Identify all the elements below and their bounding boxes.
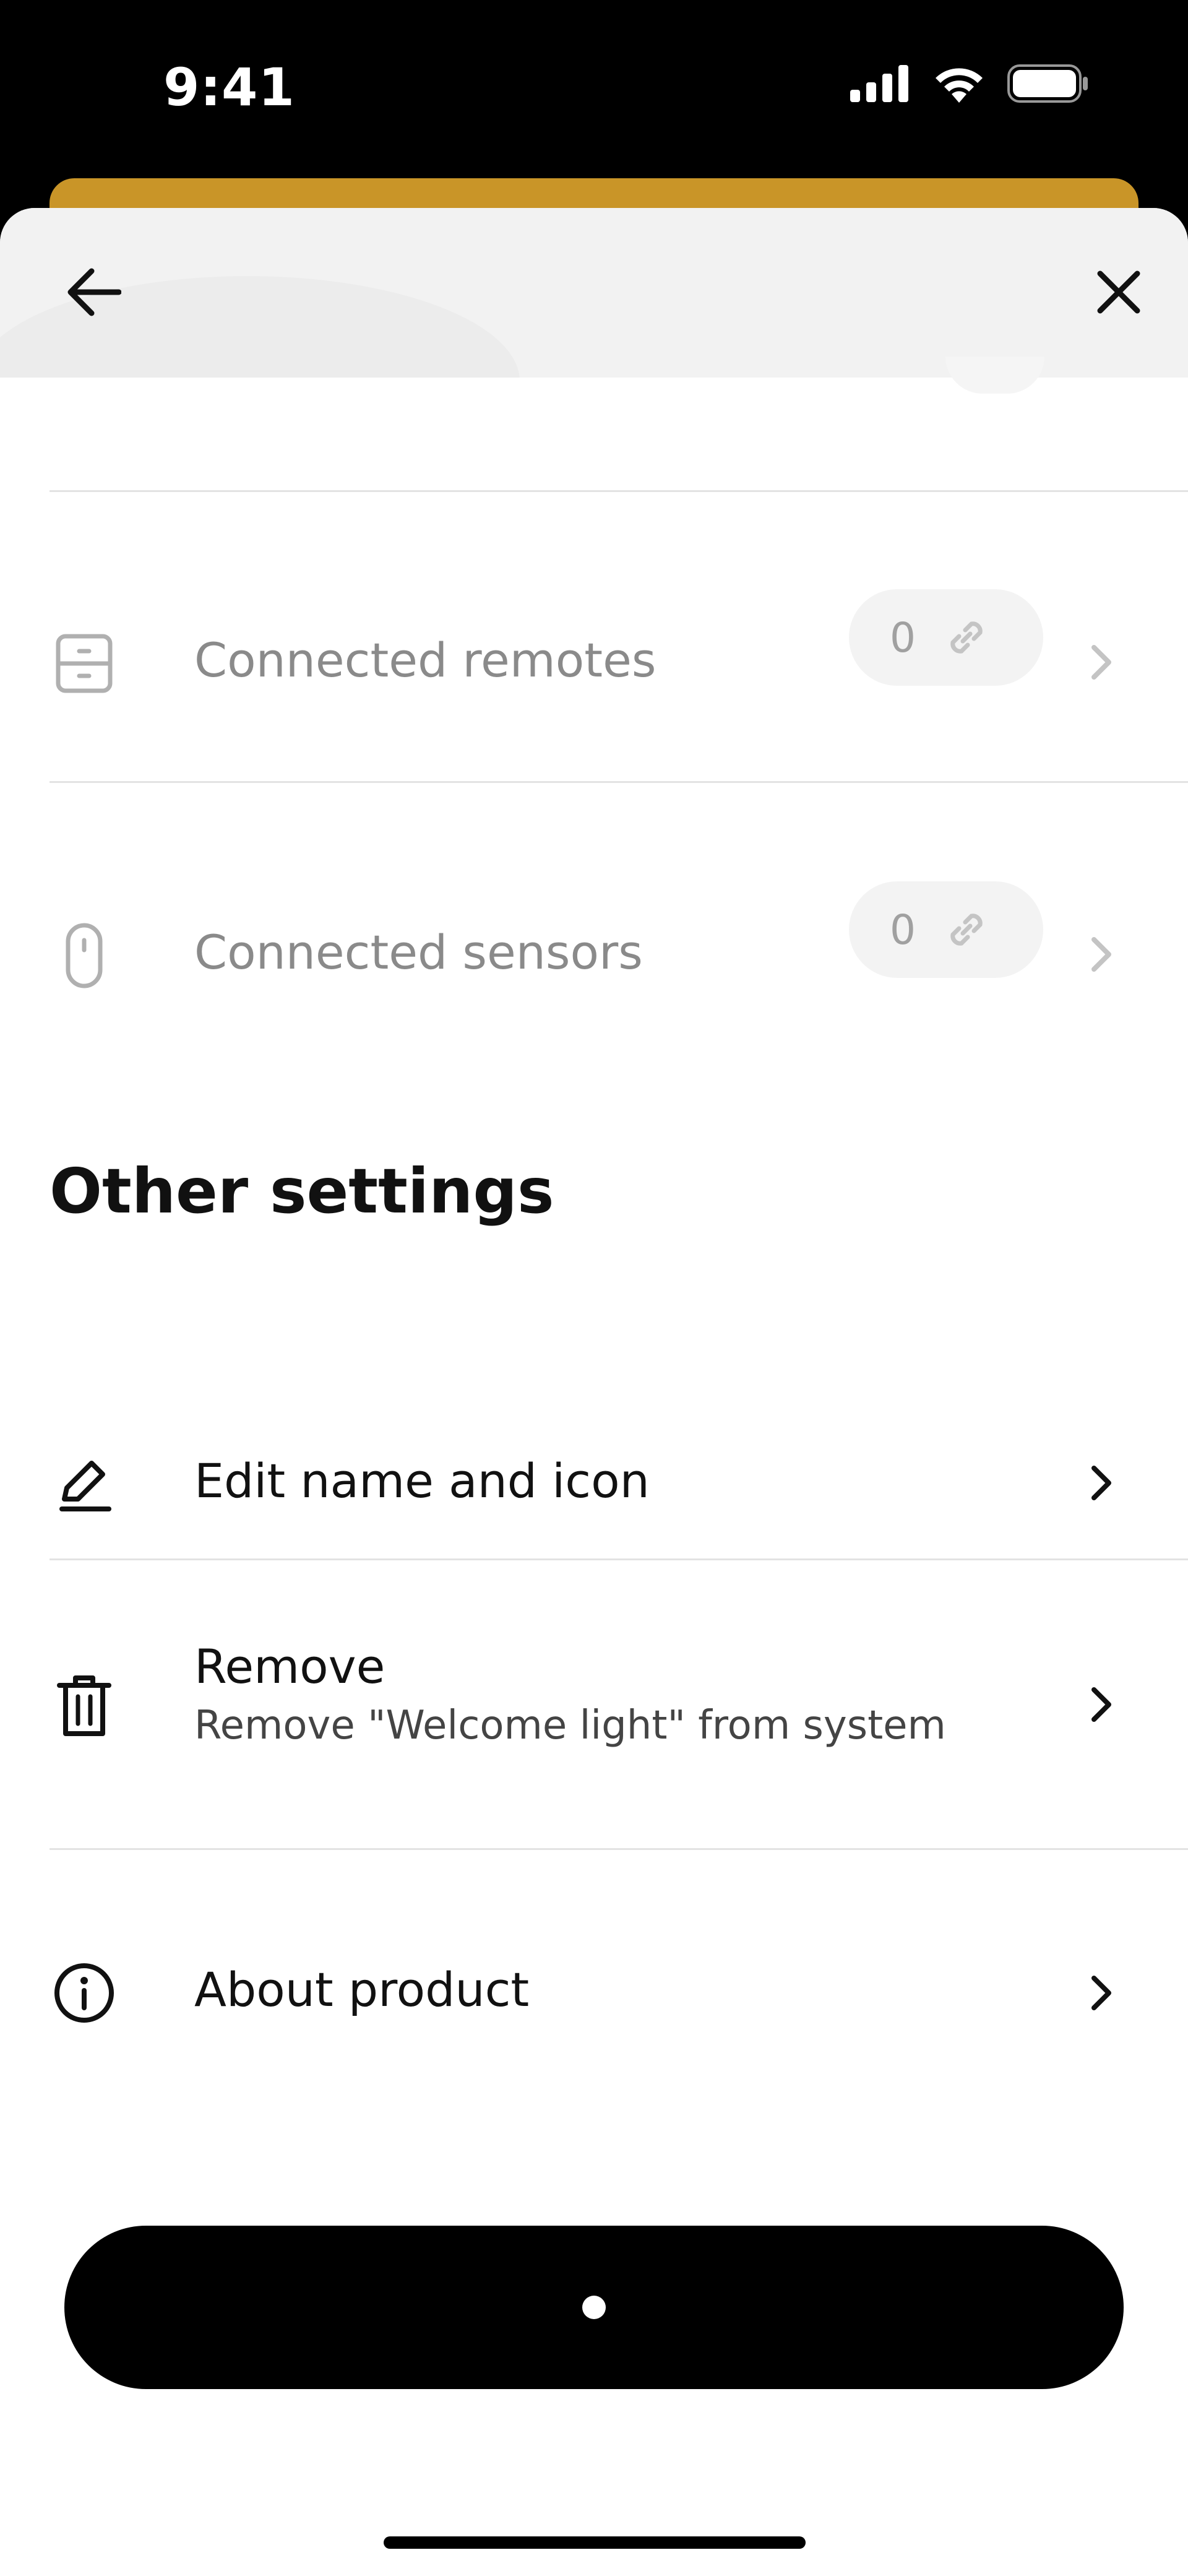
header-avatar-edge <box>945 357 1044 394</box>
chevron-right-icon <box>1077 930 1126 979</box>
connected-remotes-label: Connected remotes <box>194 633 656 688</box>
edit-name-and-icon-row[interactable]: Edit name and icon <box>0 1409 1188 1557</box>
status-icons <box>850 64 1089 103</box>
chevron-right-icon <box>1077 1680 1126 1729</box>
back-button[interactable] <box>45 243 144 342</box>
about-product-text: About product <box>194 1962 529 2017</box>
section-title: Other settings <box>50 1155 554 1227</box>
divider <box>50 1558 1188 1560</box>
remove-sublabel: Remove "Welcome light" from system <box>194 1703 946 1748</box>
divider <box>50 781 1188 783</box>
info-icon <box>47 1956 121 2030</box>
link-icon <box>950 914 983 946</box>
wifi-icon <box>936 68 983 103</box>
battery-icon <box>1007 64 1088 103</box>
about-product-row[interactable]: About product <box>0 1851 1188 2135</box>
connected-sensors-text: Connected sensors <box>194 925 643 980</box>
settings-sheet: Connected remotes 0 Connected sensors 0 … <box>0 208 1188 2576</box>
screen: 9:41 Connected remotes 0 Connected senso… <box>0 0 1188 2576</box>
edit-name-text: Edit name and icon <box>194 1453 650 1508</box>
connected-remotes-text: Connected remotes <box>194 633 656 688</box>
primary-button-loading[interactable] <box>64 2226 1124 2389</box>
divider <box>50 1848 1188 1850</box>
remove-label: Remove <box>194 1639 385 1694</box>
home-indicator[interactable] <box>384 2536 806 2549</box>
close-button[interactable] <box>1069 243 1168 342</box>
cellular-signal-icon <box>850 65 908 102</box>
sheet-header <box>0 208 1188 378</box>
pencil-icon <box>47 1446 121 1520</box>
status-time: 9:41 <box>163 57 295 118</box>
remote-icon <box>47 626 121 701</box>
chevron-right-icon <box>1077 638 1126 687</box>
arrow-left-icon <box>67 268 121 316</box>
chevron-right-icon <box>1077 1458 1126 1508</box>
connected-sensors-label: Connected sensors <box>194 925 643 980</box>
sensor-icon <box>47 918 121 993</box>
connected-sensors-count: 0 <box>890 905 916 954</box>
about-product-label: About product <box>194 1962 530 2017</box>
chevron-right-icon <box>1077 1968 1126 2018</box>
edit-name-label: Edit name and icon <box>194 1453 650 1508</box>
trash-icon <box>47 1669 121 1743</box>
connected-remotes-count: 0 <box>890 613 916 662</box>
status-bar: 9:41 <box>0 0 1188 186</box>
remove-text: Remove Remove "Welcome light" from syste… <box>194 1639 946 1748</box>
divider <box>50 490 1188 492</box>
loading-indicator <box>582 2296 606 2319</box>
close-icon <box>1097 270 1140 314</box>
remove-row[interactable]: Remove Remove "Welcome light" from syste… <box>0 1561 1188 1848</box>
link-icon <box>950 621 983 654</box>
connected-sensors-count-pill[interactable]: 0 <box>849 881 1043 978</box>
connected-remotes-count-pill[interactable]: 0 <box>849 589 1043 686</box>
